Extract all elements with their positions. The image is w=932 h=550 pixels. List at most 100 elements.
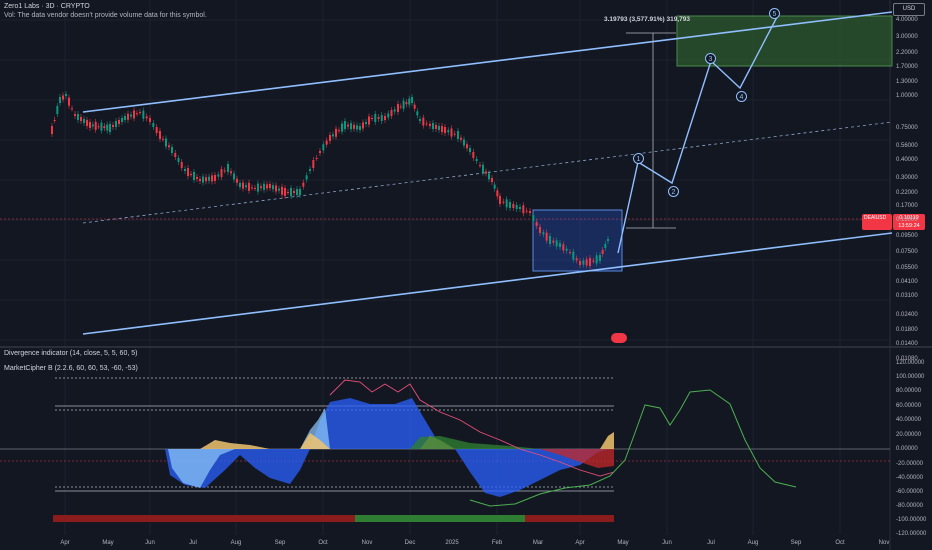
candle-body [435,125,437,129]
price-tick: 0.56000 [896,143,918,149]
candle-body [397,104,399,112]
candle-body [341,123,343,132]
candle-body [284,188,286,196]
candle-body [466,144,468,149]
candle-body [438,126,440,130]
candle-body [293,191,295,193]
candle-body [371,118,373,119]
candle-body [485,171,487,174]
candle-body [77,114,79,120]
chart-canvas[interactable] [0,0,932,550]
time-tick: May [102,540,114,546]
symbol-line[interactable]: Zero1 Labs · 3D · CRYPTO [4,3,90,10]
candle-body [525,210,528,212]
candle-body [130,114,132,117]
candle-body [239,183,241,187]
candle-body [180,162,183,168]
candle-body [214,175,216,181]
candle-body [582,260,585,265]
time-tick: Oct [318,540,328,546]
candle-body [187,168,189,176]
candle-body [601,250,604,254]
candle-body [162,138,164,140]
channel-midline [82,121,893,224]
candle-body [332,134,334,137]
price-tick: 0.09500 [896,233,918,239]
candle-body [121,118,123,122]
osc-tick: -120.00000 [896,531,927,537]
wave-label-1: 1 [633,153,644,164]
candle-body [248,182,250,191]
candle-body [106,124,109,131]
price-tick: 2.20000 [896,50,918,56]
candle-body [535,222,538,226]
candle-body [562,244,565,251]
candle-body [91,124,94,127]
candle-body [174,153,177,157]
candle-body [80,117,82,121]
candle-body [359,126,361,130]
time-tick: 2025 [445,540,459,546]
candle-body [399,106,402,108]
candle-body [475,159,478,161]
candle-body [263,183,265,190]
price-tick: 1.30000 [896,79,918,85]
candle-body [408,98,411,105]
candle-body [319,151,321,153]
candle-body [109,124,111,132]
candle-body [549,236,551,244]
candle-body [422,117,425,126]
candle-body [118,120,120,124]
candle-body [139,112,141,113]
candle-body [71,108,73,110]
candle-body [94,121,97,130]
candle-body [177,158,180,162]
candle-body [124,116,126,120]
candle-body [159,131,161,139]
candle-body [51,126,53,134]
candle-body [97,126,100,128]
green-area [410,436,540,449]
event-icon[interactable] [611,333,627,343]
candle-body [329,135,331,141]
candle-body [368,116,370,125]
currency-button[interactable]: USD [893,3,925,16]
candle-body [592,260,595,262]
candle-body [509,202,511,208]
osc-tick: -100.00000 [896,517,927,523]
candle-body [199,179,201,181]
osc-tick: 80.00000 [896,388,922,394]
divergence-indicator-label[interactable]: Divergence indicator (14, close, 5, 5, 6… [4,350,137,357]
strip-red-left [53,515,355,522]
candle-body [103,126,106,129]
candle-body [223,170,226,172]
time-tick: Dec [404,540,416,546]
time-tick: Oct [835,540,845,546]
candle-body [572,251,575,260]
wave-label-3: 3 [705,53,716,64]
price-tick: 4.00000 [896,17,918,23]
time-tick: Aug [747,540,759,546]
candle-body [347,124,349,127]
candle-body [429,124,431,126]
candle-body [413,104,416,109]
wave-label-5: 5 [769,8,780,19]
candle-body [220,169,223,177]
candle-body [100,122,103,131]
candle-body [266,184,268,189]
time-tick: Jul [189,540,197,546]
current-symbol-tag: DEAIUSD [862,214,892,230]
candle-body [607,239,609,241]
candle-body [233,173,235,180]
time-tick: Jun [662,540,672,546]
volume-note: Vol: The data vendor doesn't provide vol… [4,12,207,19]
price-tick: 1.70000 [896,64,918,70]
candle-body [469,148,471,152]
price-tick: 0.07500 [896,249,918,255]
marketcipher-label[interactable]: MarketCipher B (2.2.6, 60, 60, 53, -60, … [4,365,138,372]
candle-body [202,176,204,183]
candle-body [305,175,308,180]
candle-body [393,109,396,112]
candle-body [380,115,383,121]
candle-body [59,97,61,103]
